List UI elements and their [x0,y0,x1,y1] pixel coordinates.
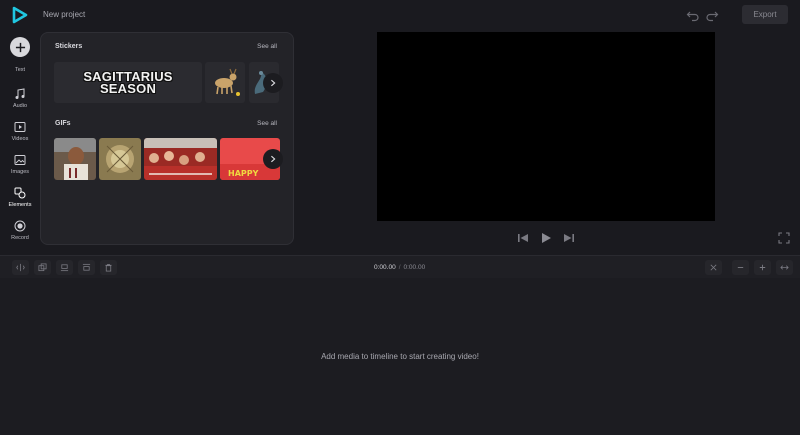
time-display: 0:00.00/0:00.00 [374,264,425,271]
nav-label-images: Images [10,169,30,175]
project-title[interactable]: New project [43,10,85,19]
plus-icon [15,42,25,52]
top-bar: New project Export [0,0,800,30]
align-bottom-icon [60,264,69,272]
gif-2-image [99,138,141,180]
gif-1-image [54,138,96,180]
split-icon [16,263,25,272]
current-time: 0:00.00 [374,264,396,271]
nav-add-label: Text [14,67,26,73]
nav-label-videos: Videos [11,136,29,142]
trash-icon [105,263,112,272]
nav-item-elements[interactable]: Elements [0,187,40,208]
nav-item-videos[interactable]: Videos [0,121,40,142]
delete-button[interactable] [100,260,117,275]
stickers-title: Stickers [55,43,83,50]
nav-label-audio: Audio [12,103,28,109]
align-top-icon [82,263,91,271]
nav-label-record: Record [11,235,29,241]
gifs-see-all-link[interactable]: See all [257,120,277,127]
video-preview[interactable] [377,32,715,221]
gifs-next-button[interactable] [263,149,283,169]
shapes-icon [14,187,26,199]
align-bottom-button[interactable] [56,260,73,275]
app-logo-icon[interactable] [11,6,29,24]
sticker-text-line2: SEASON [99,80,157,96]
image-icon [14,155,26,165]
minus-icon [737,267,744,268]
gif-thumb-1[interactable] [54,138,96,180]
total-duration: 0:00.00 [403,264,426,271]
zoom-out-button[interactable] [732,260,749,275]
skip-forward-icon[interactable] [562,231,576,245]
timeline-area[interactable]: Add media to timeline to start creating … [0,278,800,435]
chevron-right-icon [271,79,276,87]
gif-3-image [144,138,217,180]
duplicate-icon [38,263,47,272]
stickers-see-all-link[interactable]: See all [257,43,277,50]
duplicate-button[interactable] [34,260,51,275]
align-top-button[interactable] [78,260,95,275]
sticker-sagittarius[interactable]: SAGITTARIUS SEASON [54,62,202,103]
nav-item-audio[interactable]: Audio [0,88,40,109]
split-button[interactable] [12,260,29,275]
left-nav: Text Audio Videos Images Elements Record [0,30,40,245]
play-icon[interactable] [539,231,553,245]
skip-back-icon[interactable] [516,231,530,245]
magnet-icon [710,264,717,271]
chevron-right-icon [271,155,276,163]
undo-icon[interactable] [686,8,700,22]
time-separator: / [398,264,401,271]
redo-icon[interactable] [705,8,719,22]
snap-button[interactable] [705,260,722,275]
video-icon [14,122,26,132]
add-button[interactable] [10,37,30,57]
timeline-toolbar: 0:00.00/0:00.00 [0,255,800,279]
export-button[interactable]: Export [742,5,788,24]
expand-horizontal-icon [780,265,789,270]
plus-icon [759,264,766,271]
gif-thumb-2[interactable] [99,138,141,180]
zoom-in-button[interactable] [754,260,771,275]
elements-panel: Stickers See all SAGITTARIUS SEASON GIFs… [40,32,294,245]
timeline-empty-message: Add media to timeline to start creating … [321,352,479,361]
nav-label-elements: Elements [8,202,32,208]
nav-item-images[interactable]: Images [0,154,40,175]
stickers-next-button[interactable] [263,73,283,93]
gifs-title: GIFs [55,120,71,127]
gif-thumb-3[interactable] [144,138,217,180]
gif-4-caption: HAPPY [228,169,259,178]
sticker-goat[interactable] [205,62,245,103]
fullscreen-icon[interactable] [778,232,790,244]
music-note-icon [15,88,25,99]
fit-timeline-button[interactable] [776,260,793,275]
record-icon [14,220,26,232]
nav-item-record[interactable]: Record [0,220,40,241]
goat-sticker-icon [215,68,240,96]
